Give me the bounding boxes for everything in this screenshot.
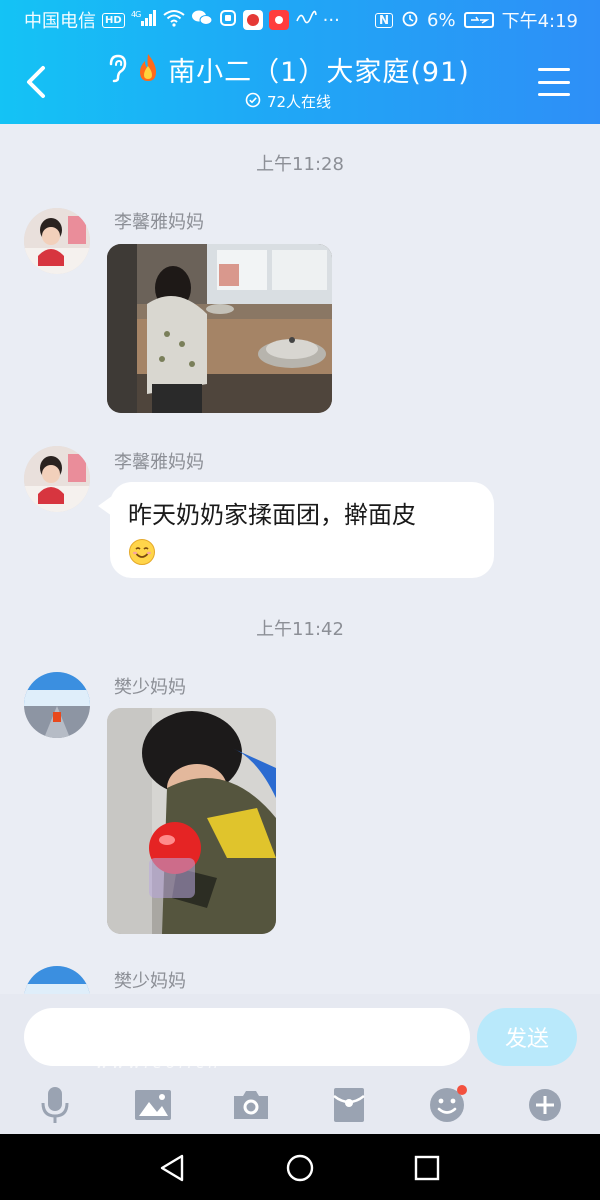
photo-boy-balloon[interactable] xyxy=(107,708,276,934)
battery-icon xyxy=(463,12,494,28)
voice-button[interactable] xyxy=(25,1083,85,1127)
text-bubble[interactable]: 昨天奶奶家揉面团，擀面皮 xyxy=(110,482,494,578)
watermark-text: www.eol.cn xyxy=(96,1054,222,1072)
chat-area[interactable]: 上午11:28 李馨雅妈妈 李馨雅妈妈 昨天奶奶家揉面团，擀面皮 上午11:42… xyxy=(0,124,600,1000)
timestamp: 上午11:28 xyxy=(256,154,344,175)
battery-percent: 6% xyxy=(427,9,456,31)
menu-line xyxy=(538,68,570,71)
fire-icon xyxy=(134,52,162,88)
network-type: 4G xyxy=(131,10,141,19)
avatar[interactable] xyxy=(24,208,90,274)
signal-icon: 4G xyxy=(131,9,157,31)
mic-icon xyxy=(41,1087,69,1123)
online-count: 72人在线 xyxy=(266,93,332,111)
send-button[interactable]: 发送 xyxy=(477,1008,577,1066)
clock-time: 下午4:19 xyxy=(501,11,578,32)
nav-home-button[interactable] xyxy=(280,1148,320,1188)
title-bar: 南小二（1）大家庭(91) 72人在线 xyxy=(0,40,600,124)
triangle-back-icon xyxy=(160,1154,184,1182)
signature-icon xyxy=(295,9,317,32)
nav-recents-button[interactable] xyxy=(407,1148,447,1188)
ear-icon xyxy=(106,53,128,87)
emoji-button[interactable] xyxy=(417,1083,477,1127)
plus-icon xyxy=(529,1089,561,1121)
sender-name: 李馨雅妈妈 xyxy=(114,452,204,473)
avatar[interactable] xyxy=(24,446,90,512)
photo-girl-kneading-dough[interactable] xyxy=(107,244,332,413)
square-recents-icon xyxy=(414,1155,440,1181)
status-right: N 6% 下午4:19 xyxy=(374,7,578,33)
camera-icon xyxy=(234,1091,268,1119)
nav-back-button[interactable] xyxy=(152,1148,192,1188)
sender-name: 李馨雅妈妈 xyxy=(114,212,204,233)
shopping-app-icon xyxy=(268,10,289,30)
camera-button[interactable] xyxy=(221,1083,281,1127)
menu-button[interactable] xyxy=(534,62,574,102)
carrier-label: 中国电信 xyxy=(24,11,96,32)
overflow-dots: ··· xyxy=(322,9,340,31)
wechat-icon xyxy=(191,9,213,32)
status-left: 中国电信 HD 4G ··· xyxy=(24,7,340,33)
title-line: 南小二（1）大家庭(91) xyxy=(78,50,498,89)
system-nav-bar xyxy=(0,1134,600,1200)
red-packet-button[interactable] xyxy=(319,1083,379,1127)
red-packet-icon xyxy=(333,1088,365,1122)
check-circle-icon xyxy=(245,92,261,112)
sender-name: 樊少妈妈 xyxy=(114,677,186,698)
image-icon xyxy=(135,1090,171,1120)
chevron-left-icon xyxy=(27,66,45,98)
group-title: 南小二（1）大家庭(91) xyxy=(168,57,470,88)
image-button[interactable] xyxy=(123,1083,183,1127)
menu-line xyxy=(538,80,570,84)
online-status: 72人在线 xyxy=(78,91,498,112)
notification-dot xyxy=(457,1085,467,1095)
timestamp: 上午11:42 xyxy=(256,619,344,640)
wifi-icon xyxy=(163,9,185,32)
hd-badge: HD xyxy=(102,12,125,28)
avatar[interactable] xyxy=(24,672,90,738)
back-button[interactable] xyxy=(14,60,58,104)
menu-line xyxy=(538,93,570,96)
input-bar: 发送 www.eol.cn xyxy=(0,994,600,1134)
circle-home-icon xyxy=(286,1154,314,1182)
app-notification-icon xyxy=(242,10,263,30)
message-input[interactable] xyxy=(24,1008,470,1066)
status-bar: 中国电信 HD 4G ··· N 6% 下午4:19 xyxy=(0,0,600,40)
smile-emoji-icon xyxy=(129,539,155,565)
more-button[interactable] xyxy=(515,1083,575,1127)
sender-name: 樊少妈妈 xyxy=(114,971,186,992)
input-toolbar xyxy=(0,1078,600,1132)
nfc-icon: N xyxy=(374,12,394,28)
alarm-icon xyxy=(401,9,419,32)
message-text: 昨天奶奶家揉面团，擀面皮 xyxy=(128,501,416,529)
shield-icon xyxy=(219,9,237,32)
title-wrap[interactable]: 南小二（1）大家庭(91) 72人在线 xyxy=(78,50,498,112)
chat-header: 中国电信 HD 4G ··· N 6% 下午4:19 南小二（1）大家庭(91)… xyxy=(0,0,600,124)
